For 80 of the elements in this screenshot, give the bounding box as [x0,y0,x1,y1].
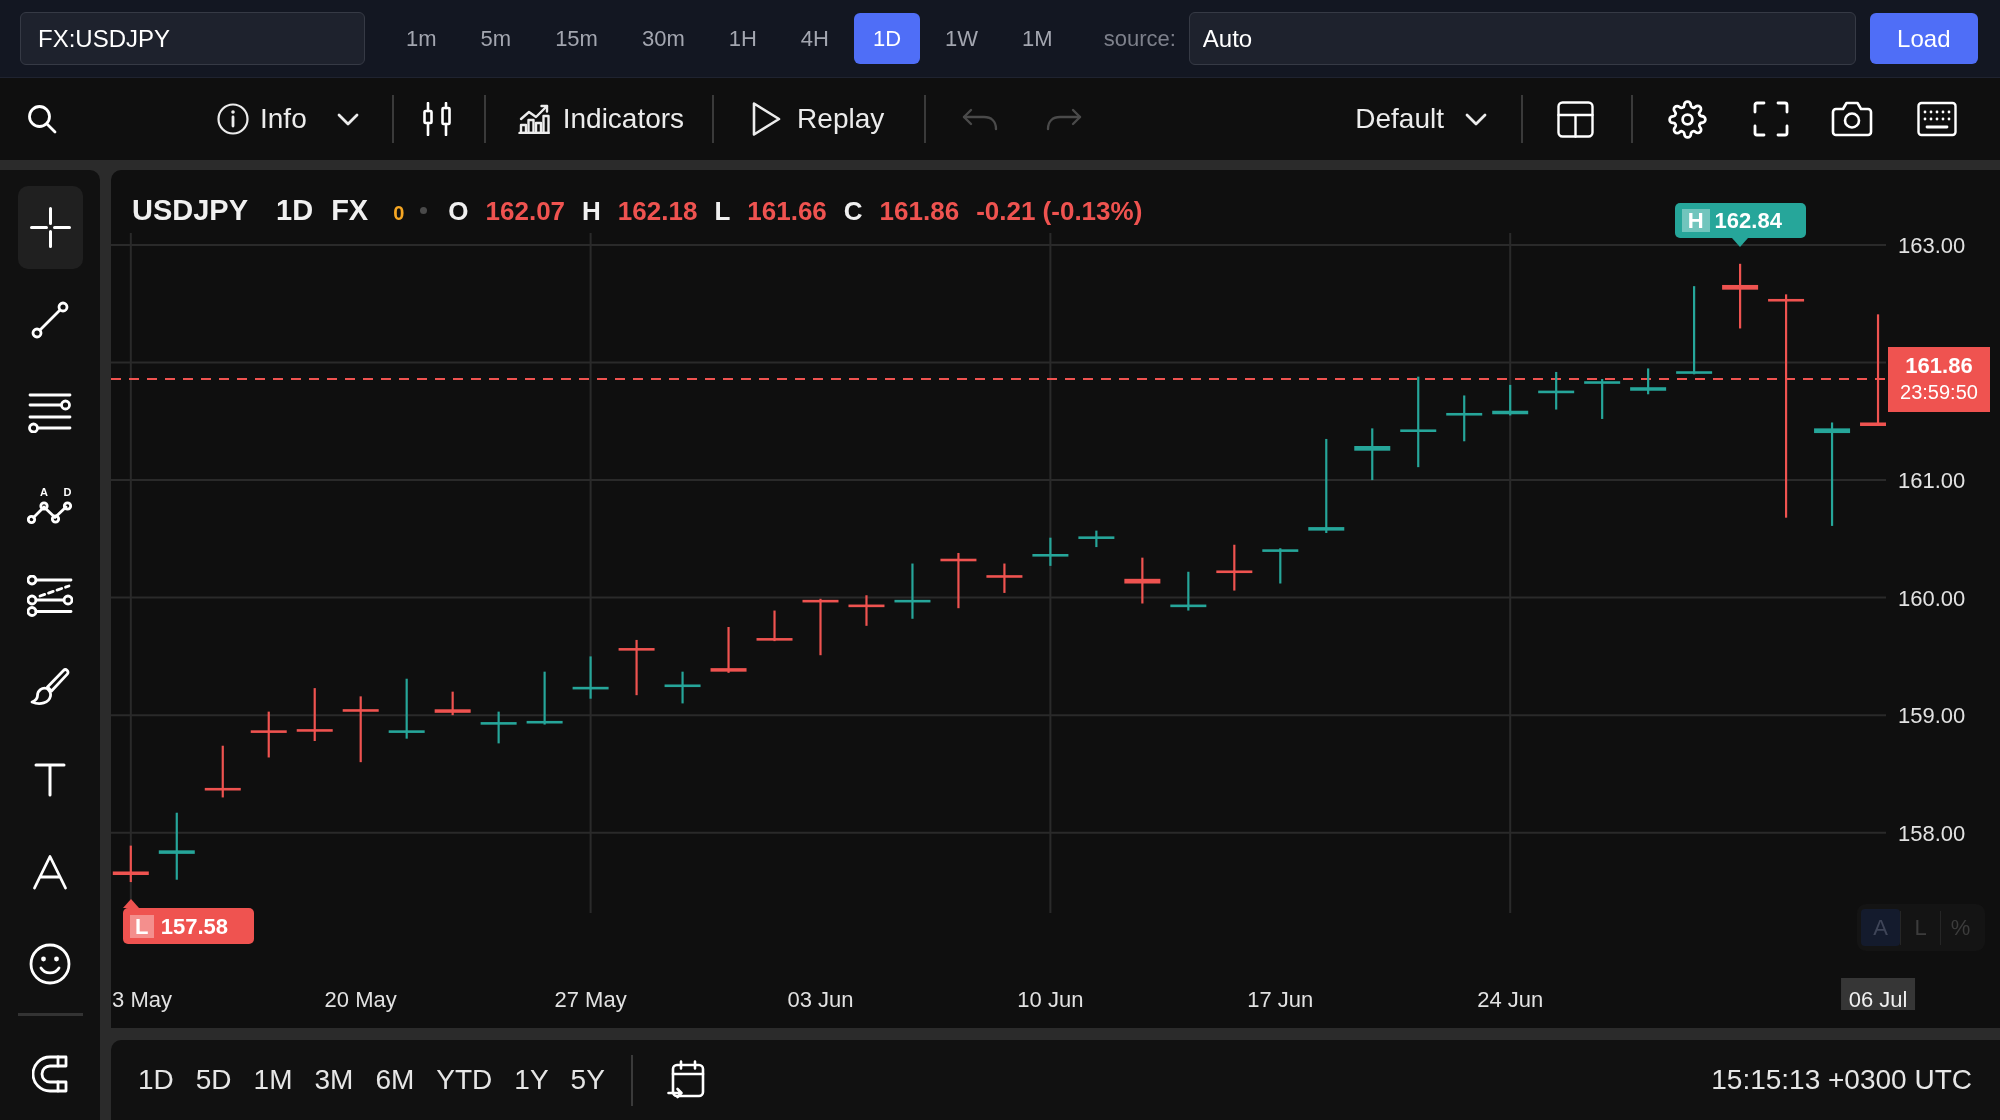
clock-text: 15:15:13 +0300 UTC [1711,1063,1972,1097]
high-price-value: 162.84 [1714,206,1782,235]
current-date-label: 06 Jul [1841,978,1916,1012]
legend-value: 161.86 [879,195,960,228]
timeframe-tab[interactable]: 30m [622,13,704,64]
last-price-value: 161.86 [1905,352,1973,380]
change-value: -0.21 (-0.13%) [976,195,1143,228]
info-icon [217,103,249,135]
high-letter: H [1681,208,1710,232]
legend-value: 162.18 [617,195,698,228]
range-button[interactable]: 5D [187,1055,240,1105]
range-button[interactable]: 1Y [506,1055,557,1105]
range-button[interactable]: 3M [306,1055,362,1105]
symbol-field[interactable]: FX:USDJPY [20,12,365,65]
bar-chart-icon [517,104,550,134]
chevron-down-icon [336,112,359,126]
range-button[interactable]: 1M [245,1055,301,1105]
legend-label: C [843,195,863,228]
range-button[interactable]: 6M [367,1055,423,1105]
timeframe-tab[interactable]: 1m [387,13,456,64]
trend-line-icon[interactable] [31,300,69,339]
text-tool-icon[interactable] [34,762,66,797]
countdown-timer: 23:59:50 [1900,380,1978,406]
timeframe-tab[interactable]: 1D [853,13,921,64]
range-button[interactable]: 5Y [562,1055,613,1105]
load-button[interactable]: Load [1869,13,1978,64]
date-axis-label: 20 May [324,987,397,1012]
indicator-count: 0 [393,201,405,226]
layout-icon[interactable] [1557,100,1594,138]
legend-value: 161.66 [747,195,827,228]
timeframe-tab[interactable]: 1H [709,13,776,64]
price-axis-label: 160.00 [1898,585,1966,611]
range-button[interactable]: 1D [130,1055,182,1105]
smiley-icon[interactable] [29,942,71,985]
info-button[interactable]: Info [217,98,359,140]
legend-value: 162.07 [485,195,566,228]
timeframe-tab[interactable]: 4H [781,13,848,64]
timeframe-tab[interactable]: 5m [461,13,531,64]
timeframe-tab[interactable]: 1W [926,13,998,64]
timeframe-tab[interactable]: 1M [1003,13,1072,64]
candlestick-icon[interactable] [422,102,451,136]
brush-icon[interactable] [30,667,70,708]
settings-icon[interactable] [1668,99,1707,139]
tool-button[interactable] [17,186,83,269]
range-button[interactable]: YTD [428,1055,501,1105]
search-icon[interactable] [27,104,57,134]
source-label: source: [1103,25,1176,53]
legend-label: H [582,195,601,228]
symbol-title: USDJPY [132,193,249,228]
camera-icon[interactable] [1831,101,1873,137]
replay-button[interactable]: Replay [751,98,885,140]
exchange-label: FX [331,193,369,228]
letter-tool-icon[interactable] [32,853,68,890]
legend-label: L [714,195,731,228]
date-axis-label: 17 Jun [1247,987,1314,1012]
date-axis-label: 10 Jun [1017,987,1084,1012]
legend-label: O [448,195,469,228]
keyboard-icon[interactable] [1917,101,1957,137]
chevron-down-icon [1465,112,1487,126]
price-axis-label: 163.00 [1898,233,1966,258]
play-icon [751,101,782,137]
calendar-icon[interactable] [666,1060,705,1100]
date-axis-label: 27 May [554,987,627,1012]
date-axis-label: 03 Jun [787,987,854,1012]
date-axis-label: 3 May [112,987,172,1012]
date-axis-label: 24 Jun [1477,987,1544,1012]
price-axis-label: 159.00 [1898,703,1966,729]
price-axis-label: 158.00 [1898,820,1966,846]
price-axis-label: 161.00 [1898,468,1966,494]
fullscreen-icon[interactable] [1753,101,1789,137]
layout-menu[interactable]: Default [1355,98,1487,140]
channel-lines-icon[interactable] [27,574,73,617]
indicators-button[interactable]: Indicators [517,98,685,140]
magnet-icon[interactable] [32,1055,68,1093]
interval-label: 1D [276,193,314,228]
low-letter: L [129,914,154,938]
timeframe-tab[interactable]: 15m [536,13,617,64]
low-price-value: 157.58 [160,912,229,941]
crosshair-icon [29,207,71,248]
source-field[interactable]: Auto [1188,12,1856,65]
